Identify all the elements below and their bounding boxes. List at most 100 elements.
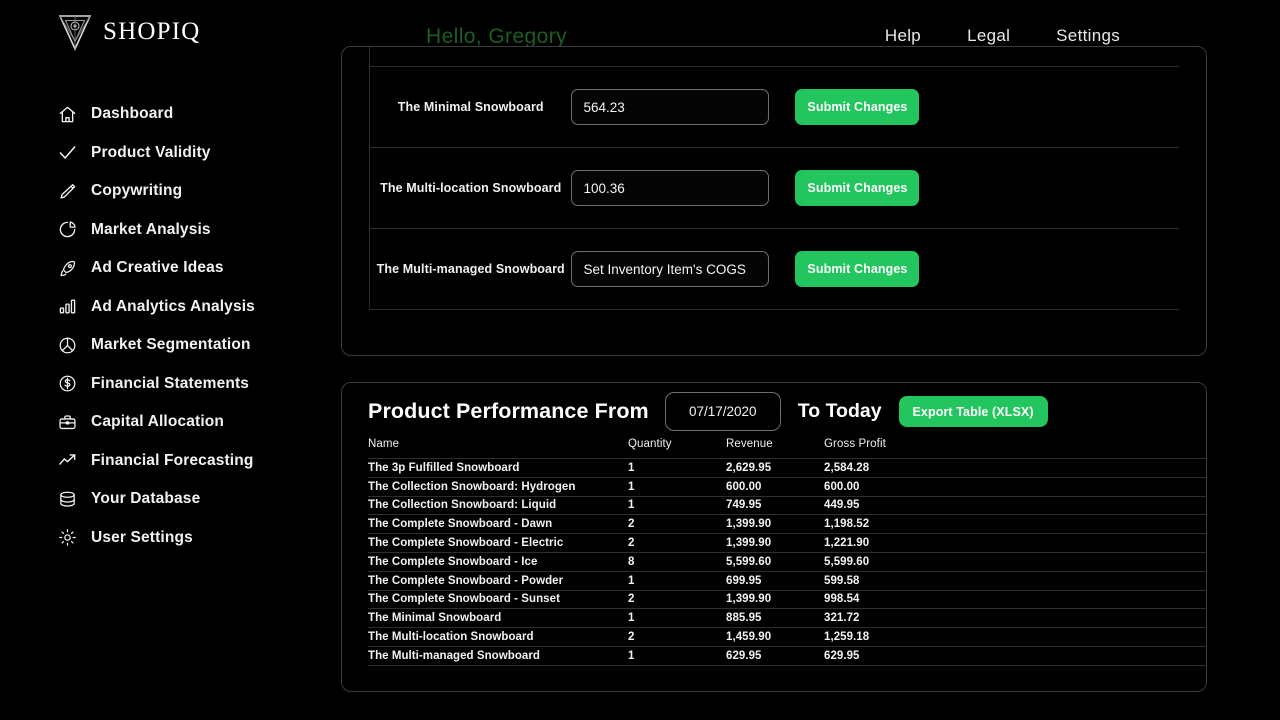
start-date-input[interactable] [664,392,781,431]
cell-gross-profit: 998.54 [824,589,1206,609]
cell-revenue: 1,399.90 [726,514,824,534]
sidebar-item-capital-allocation[interactable]: Capital Allocation [0,403,330,442]
cell-revenue: 1,459.90 [726,627,824,647]
nav-legal[interactable]: Legal [967,26,1010,46]
sidebar-item-market-segmentation[interactable]: Market Segmentation [0,326,330,365]
triangle-logo-icon [57,12,93,52]
pencil-icon [58,182,77,201]
cogs-editor-card: Submit Changes The Minimal Snowboard Sub… [341,46,1207,356]
table-row: The Collection Snowboard: Hydrogen 1 600… [368,476,1206,497]
check-icon [58,143,77,162]
column-header-quantity: Quantity [628,438,672,450]
cell-quantity: 2 [628,533,726,553]
sidebar-item-market-analysis[interactable]: Market Analysis [0,211,330,250]
briefcase-icon [58,413,77,432]
cogs-value-input[interactable] [571,251,770,287]
home-icon [58,105,77,124]
sidebar-label: Ad Analytics Analysis [91,297,255,315]
cell-quantity: 1 [628,476,726,497]
sidebar-label: Dashboard [91,105,174,123]
cogs-product-name [369,47,572,67]
cell-revenue: 749.95 [726,495,824,515]
sidebar-item-financial-statements[interactable]: Financial Statements [0,365,330,404]
sidebar-label: User Settings [91,528,193,546]
submit-changes-button[interactable]: Submit Changes [795,251,920,287]
cogs-product-name: The Multi-managed Snowboard [369,228,572,310]
nav-settings[interactable]: Settings [1056,26,1120,46]
sidebar-item-ad-analytics-analysis[interactable]: Ad Analytics Analysis [0,288,330,327]
sidebar-item-financial-forecasting[interactable]: Financial Forecasting [0,442,330,481]
bar-chart-icon [58,297,77,316]
sidebar-label: Financial Statements [91,374,250,392]
cogs-row: The Multi-location Snowboard Submit Chan… [369,147,1179,229]
sidebar-label: Capital Allocation [91,413,225,431]
sidebar-label: Market Analysis [91,220,211,238]
cell-name: The Collection Snowboard: Liquid [368,495,628,515]
column-header-name: Name [368,438,400,450]
table-row: The Complete Snowboard - Dawn 2 1,399.90… [368,514,1206,534]
cogs-row: The Minimal Snowboard Submit Changes [369,66,1179,148]
table-row: The Complete Snowboard - Sunset 2 1,399.… [368,589,1206,609]
sidebar-item-user-settings[interactable]: User Settings [0,519,330,558]
cell-gross-profit: 321.72 [824,608,1206,628]
sidebar-item-dashboard[interactable]: Dashboard [0,95,330,134]
performance-table: Name Quantity Revenue Gross Profit The 3… [368,438,1206,666]
cell-revenue: 600.00 [726,476,824,497]
cell-quantity: 2 [628,627,726,647]
cogs-table: Submit Changes The Minimal Snowboard Sub… [369,47,1179,310]
cell-revenue: 1,399.90 [726,533,824,553]
sidebar-label: Ad Creative Ideas [91,259,224,277]
table-row: The Collection Snowboard: Liquid 1 749.9… [368,495,1206,515]
table-row: The Minimal Snowboard 1 885.95 321.72 [368,608,1206,628]
sidebar-item-copywriting[interactable]: Copywriting [0,172,330,211]
sidebar-item-your-database[interactable]: Your Database [0,480,330,519]
page-title: Product Performance From [368,399,649,423]
cell-name: The Complete Snowboard - Dawn [368,514,628,534]
cell-name: The Multi-managed Snowboard [368,645,628,666]
cogs-value-input[interactable] [571,170,770,206]
sidebar-label: Copywriting [91,182,183,200]
cell-revenue: 2,629.95 [726,458,824,478]
cogs-value-input[interactable] [571,89,770,125]
sidebar-label: Product Validity [91,143,211,161]
cell-gross-profit: 1,221.90 [824,533,1206,553]
cell-name: The Complete Snowboard - Sunset [368,589,628,609]
cogs-input-cell [571,47,785,67]
cell-gross-profit: 5,599.60 [824,551,1206,572]
cell-revenue: 1,399.90 [726,589,824,609]
cogs-row: The Multi-managed Snowboard Submit Chang… [369,228,1179,310]
sidebar-item-ad-creative-ideas[interactable]: Ad Creative Ideas [0,249,330,288]
sidebar-item-product-validity[interactable]: Product Validity [0,134,330,173]
dollar-circle-icon [58,374,77,393]
sidebar-label: Financial Forecasting [91,451,254,469]
cell-name: The Complete Snowboard - Powder [368,570,628,591]
cell-gross-profit: 600.00 [824,476,1206,497]
sidebar-nav: Dashboard Product Validity Copywriting M… [0,95,330,557]
target-slice-icon [58,336,77,355]
cell-revenue: 629.95 [726,645,824,666]
cell-gross-profit: 2,584.28 [824,458,1206,478]
cogs-product-name: The Multi-location Snowboard [369,147,572,229]
cell-quantity: 8 [628,551,726,572]
cell-gross-profit: 1,259.18 [824,627,1206,647]
submit-changes-button[interactable]: Submit Changes [795,89,920,125]
cogs-input-cell [571,228,785,310]
column-header-revenue: Revenue [726,438,773,450]
brand-logo[interactable]: SHOPIQ [57,12,201,52]
export-table-button[interactable]: Export Table (XLSX) [898,396,1048,427]
cogs-submit-cell: Submit Changes [784,66,1179,148]
cell-quantity: 2 [628,514,726,534]
sidebar-label: Your Database [91,490,201,508]
cogs-submit-cell: Submit Changes [784,147,1179,229]
cogs-row: Submit Changes [369,47,1179,67]
table-row: The Multi-location Snowboard 2 1,459.90 … [368,627,1206,647]
cell-revenue: 5,599.60 [726,551,824,572]
submit-changes-button[interactable]: Submit Changes [795,170,920,206]
cell-gross-profit: 629.95 [824,645,1206,666]
cell-quantity: 1 [628,608,726,628]
column-header-gross-profit: Gross Profit [824,438,886,450]
nav-help[interactable]: Help [885,26,921,46]
sidebar-label: Market Segmentation [91,336,251,354]
cell-name: The Collection Snowboard: Hydrogen [368,476,628,497]
cell-gross-profit: 599.58 [824,570,1206,591]
